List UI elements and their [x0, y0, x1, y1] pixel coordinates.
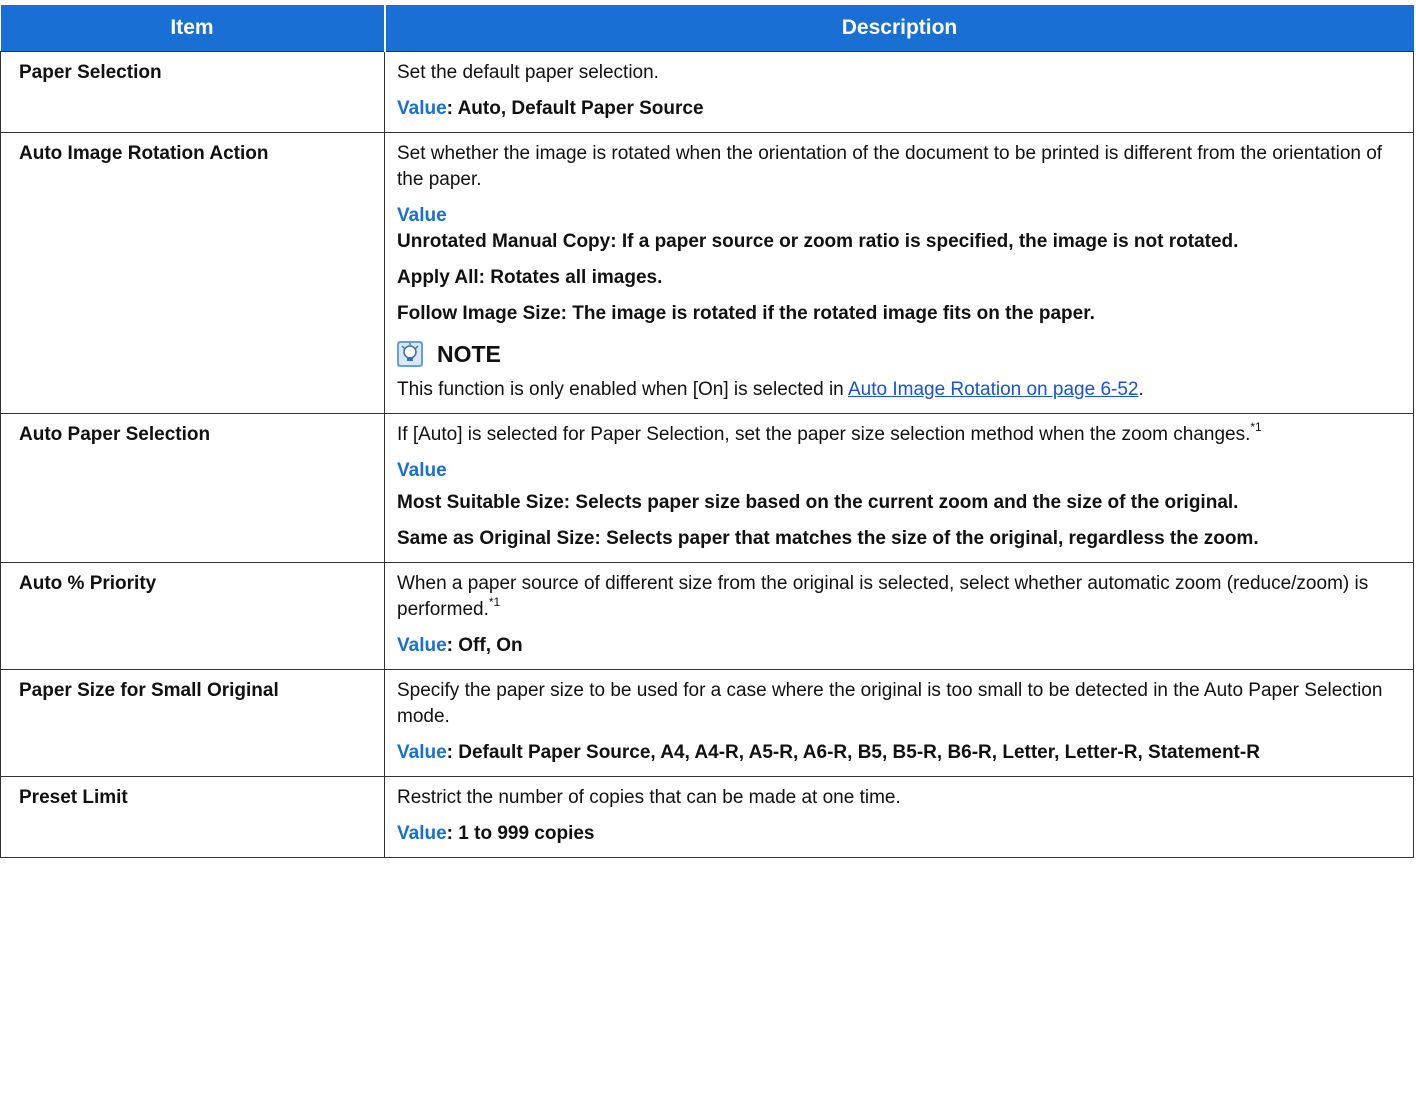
item-description-cell: Set whether the image is rotated when th… [384, 132, 1414, 414]
table-header-row: Item Description [0, 5, 1414, 52]
value-text: 1 to 999 copies [458, 823, 595, 844]
note-link[interactable]: Auto Image Rotation on page 6-52 [848, 379, 1138, 400]
table-row: Auto Paper Selection If [Auto] is select… [0, 413, 1414, 563]
item-name: Auto % Priority [0, 562, 385, 670]
note-bulb-icon [397, 341, 423, 367]
item-description-cell: When a paper source of different size fr… [384, 562, 1414, 670]
note-text: This function is only enabled when [On] … [397, 377, 1401, 403]
description-text: Specify the paper size to be used for a … [397, 680, 1383, 727]
table-row: Paper Size for Small Original Specify th… [0, 669, 1414, 777]
description-text: Restrict the number of copies that can b… [397, 787, 901, 808]
item-description-cell: Specify the paper size to be used for a … [384, 669, 1414, 777]
note-heading: NOTE [397, 341, 1401, 367]
note-text-after: . [1138, 379, 1144, 400]
footnote-marker: *1 [1250, 420, 1262, 434]
table-row: Preset Limit Restrict the number of copi… [0, 776, 1414, 858]
value-option: Follow Image Size: The image is rotated … [397, 303, 1095, 324]
description-text: When a paper source of different size fr… [397, 571, 1401, 623]
column-header-item: Item [0, 5, 386, 52]
description-text: Set the default paper selection. [397, 62, 659, 83]
value-line: Value: Default Paper Source, A4, A4-R, A… [397, 740, 1401, 766]
table-row: Paper Selection Set the default paper se… [0, 51, 1414, 133]
value-colon: : [446, 823, 459, 844]
value-label: Value [397, 98, 447, 119]
value-option: Apply All: Rotates all images. [397, 267, 663, 288]
item-name: Preset Limit [0, 776, 385, 858]
footnote-marker: *1 [488, 595, 501, 609]
value-line: Value: Off, On [397, 633, 1401, 659]
description-text: Set whether the image is rotated when th… [397, 143, 1383, 190]
value-option: Same as Original Size: Selects paper tha… [397, 528, 1259, 549]
value-option: Unrotated Manual Copy: If a paper source… [397, 231, 1239, 252]
description-body: When a paper source of different size fr… [397, 573, 1369, 620]
value-label: Value [397, 823, 447, 844]
table-row: Auto % Priority When a paper source of d… [0, 562, 1414, 670]
value-text: Off, On [458, 635, 523, 656]
description-body: If [Auto] is selected for Paper Selectio… [397, 424, 1251, 445]
value-text: Auto, Default Paper Source [457, 98, 704, 119]
value-line: Value: 1 to 999 copies [397, 821, 1401, 847]
value-line: Value: Auto, Default Paper Source [397, 96, 1401, 122]
item-description-cell: Restrict the number of copies that can b… [384, 776, 1414, 858]
value-text: Default Paper Source, A4, A4-R, A5-R, A6… [458, 742, 1260, 763]
value-label: Value [397, 460, 447, 481]
column-header-description: Description [384, 5, 1414, 52]
value-label: Value [397, 205, 447, 226]
item-name: Paper Size for Small Original [0, 669, 385, 777]
settings-table: Item Description Paper Selection Set the… [0, 5, 1414, 858]
value-option: Most Suitable Size: Selects paper size b… [397, 492, 1239, 513]
description-text: If [Auto] is selected for Paper Selectio… [397, 420, 1401, 448]
value-colon: : [446, 635, 459, 656]
item-name: Auto Paper Selection [0, 413, 385, 563]
value-label: Value [397, 742, 447, 763]
note-title: NOTE [437, 341, 501, 367]
item-description-cell: Set the default paper selection. Value: … [384, 51, 1414, 133]
value-label: Value [397, 635, 447, 656]
table-row: Auto Image Rotation Action Set whether t… [0, 132, 1414, 414]
value-colon: : [446, 98, 458, 119]
note-text-before: This function is only enabled when [On] … [397, 379, 848, 400]
value-colon: : [446, 742, 459, 763]
item-name: Auto Image Rotation Action [0, 132, 385, 414]
item-description-cell: If [Auto] is selected for Paper Selectio… [384, 413, 1414, 563]
item-name: Paper Selection [0, 51, 385, 133]
